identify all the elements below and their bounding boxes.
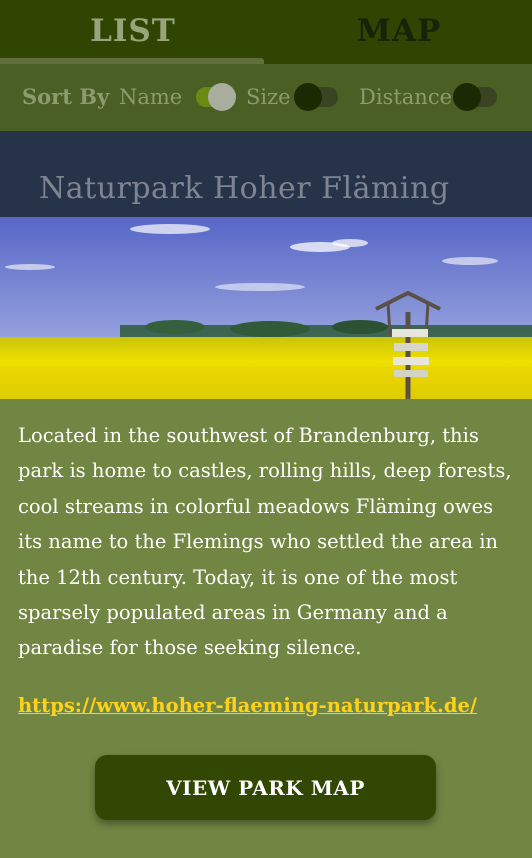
toggle-knob: [208, 83, 236, 111]
park-photo: [0, 217, 532, 399]
tab-bar: LIST MAP: [0, 0, 532, 64]
sort-size-toggle[interactable]: [294, 83, 338, 111]
sort-distance-toggle[interactable]: [453, 83, 497, 111]
park-website-link[interactable]: https://www.hoher-flaeming-naturpark.de/: [18, 694, 477, 717]
park-description: Located in the southwest of Brandenburg,…: [18, 424, 512, 660]
sort-by-label: Sort By: [22, 84, 110, 109]
toggle-knob: [294, 83, 322, 111]
sort-option-name-label: Name: [119, 85, 183, 109]
sort-name-toggle[interactable]: [196, 83, 236, 111]
view-park-map-button[interactable]: VIEW PARK MAP: [95, 755, 436, 820]
sort-option-size-label: Size: [246, 85, 291, 109]
tab-map[interactable]: MAP: [266, 0, 532, 64]
sort-option-distance-label: Distance: [359, 85, 453, 109]
rapeseed-field-photo: [0, 217, 532, 399]
tab-list[interactable]: LIST: [0, 0, 266, 64]
park-title: Naturpark Hoher Fläming: [39, 171, 450, 206]
toggle-knob: [453, 83, 481, 111]
park-header: Naturpark Hoher Fläming: [0, 131, 532, 217]
